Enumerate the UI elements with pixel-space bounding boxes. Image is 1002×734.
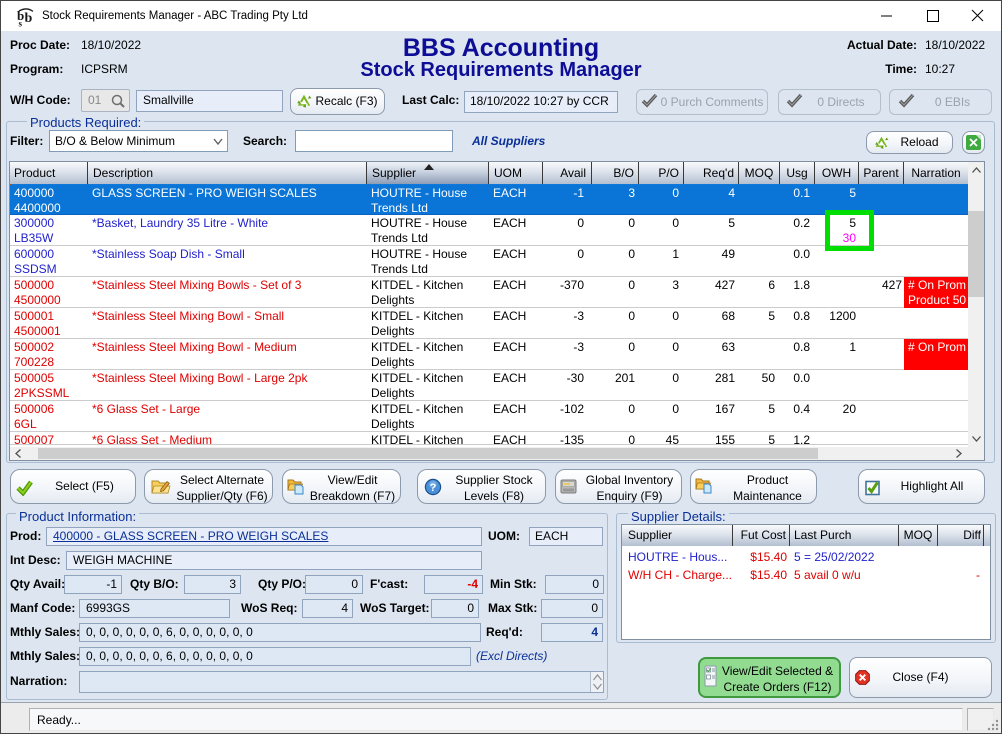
svg-text:b: b [25,11,33,26]
svg-text:?: ? [430,482,437,494]
svg-text:s: s [19,19,23,28]
